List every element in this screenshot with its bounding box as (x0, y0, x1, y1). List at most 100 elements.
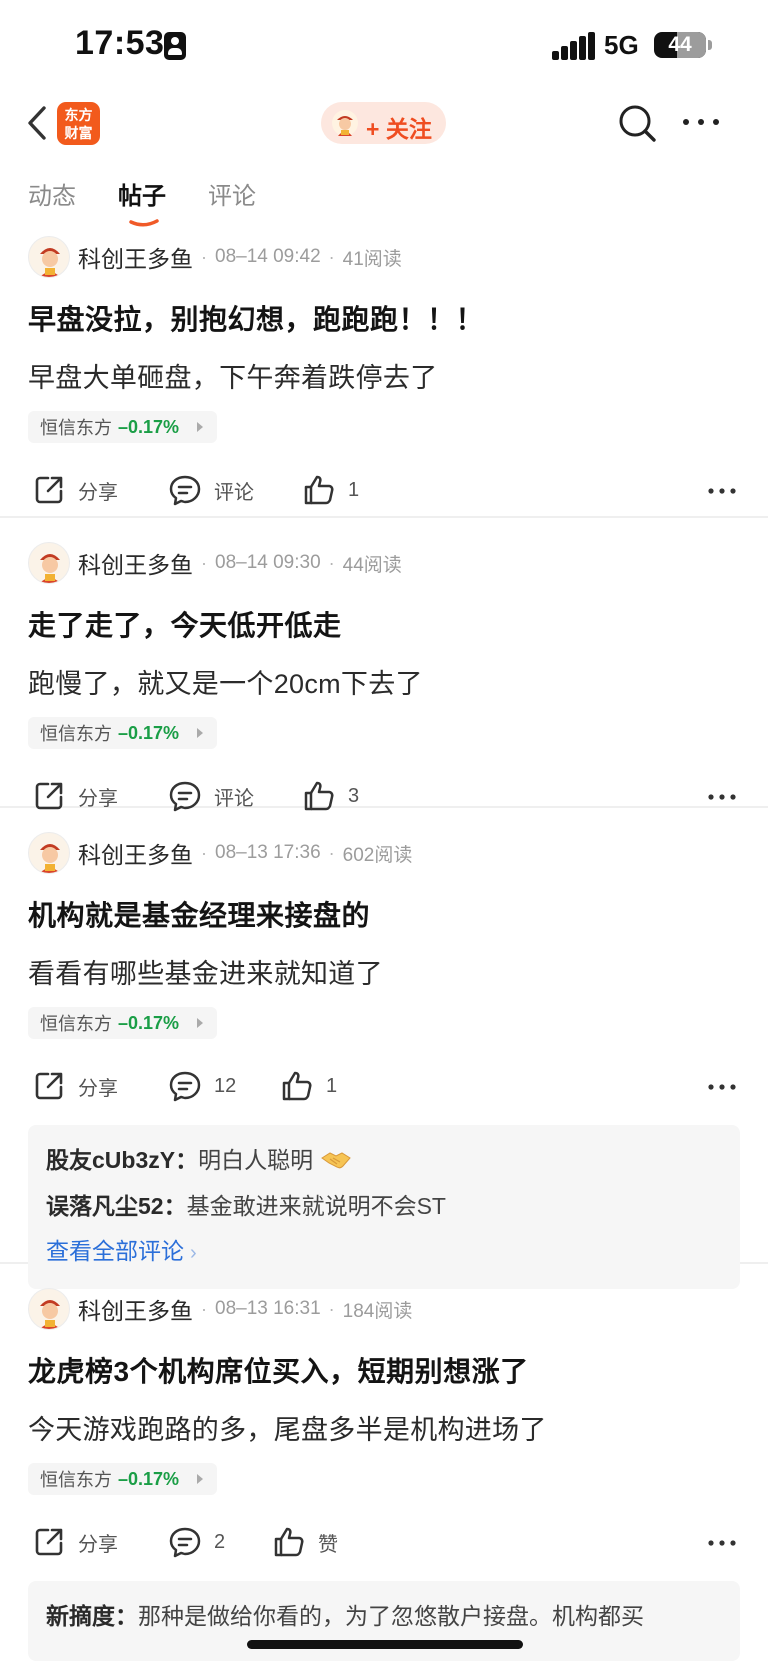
author-avatar[interactable] (28, 236, 70, 278)
like-button[interactable]: 赞 (272, 1525, 338, 1559)
post-title[interactable]: 早盘没拉，别抱幻想，跑跑跑！！！ (28, 298, 740, 338)
share-icon (35, 476, 63, 504)
contact-badge-icon (164, 32, 186, 60)
chevron-right-icon (197, 728, 204, 738)
tab-dynamics[interactable]: 动态 (28, 176, 76, 211)
status-time: 17:53 (75, 24, 165, 62)
post-body[interactable]: 早盘大单砸盘，下午奔着跌停去了 (28, 356, 740, 395)
thumbs-up-icon (304, 475, 334, 505)
post-more-icon[interactable] (708, 793, 736, 801)
post-meta: 科创王多鱼 · 08–13 16:31 · 184阅读 (28, 1284, 740, 1334)
post-more-icon[interactable] (708, 1083, 736, 1091)
like-button[interactable]: 1 (302, 473, 359, 507)
view-all-label: 查看全部评论 (46, 1238, 184, 1264)
avatar-icon (39, 1300, 61, 1329)
battery-icon: 44 (654, 32, 706, 58)
like-label: 赞 (318, 1533, 338, 1556)
share-icon (35, 1528, 63, 1556)
author-name[interactable]: 科创王多鱼 (78, 836, 193, 870)
stock-tag[interactable]: 恒信东方 –0.17% (28, 1007, 218, 1039)
like-button[interactable]: 1 (280, 1069, 337, 1103)
battery-level: 44 (668, 33, 692, 56)
comment-icon (169, 1071, 201, 1102)
post-body[interactable]: 跑慢了，就又是一个20cm下去了 (28, 662, 740, 701)
stock-change: –0.17% (118, 1468, 180, 1489)
comment-button[interactable]: 2 (168, 1525, 225, 1559)
comment-user[interactable]: 新摘度： (46, 1603, 138, 1629)
post-more-icon[interactable] (708, 1539, 736, 1547)
read-count: 44阅读 (342, 554, 402, 576)
post-body[interactable]: 看看有哪些基金进来就知道了 (28, 952, 740, 991)
author-avatar-icon (332, 110, 358, 136)
post-card[interactable]: 科创王多鱼 · 08–14 09:42 · 41阅读 早盘没拉，别抱幻想，跑跑跑… (0, 232, 768, 518)
author-name[interactable]: 科创王多鱼 (78, 240, 193, 274)
like-count: 1 (348, 478, 360, 501)
comment-text: 明白人聪明 (198, 1147, 314, 1173)
tab-posts[interactable]: 帖子 (118, 176, 166, 211)
comment-preview-box[interactable]: 新摘度：那种是做给你看的，为了忽悠散户接盘。机构都买 (28, 1581, 740, 1661)
share-label: 分享 (78, 481, 118, 504)
post-title[interactable]: 走了走了，今天低开低走 (28, 604, 740, 644)
author-avatar[interactable] (28, 542, 70, 584)
app-logo[interactable]: 东方财富 (57, 102, 100, 145)
comment-button[interactable]: 评论 (168, 473, 254, 507)
chevron-right-icon: › (190, 1242, 197, 1264)
comment-user[interactable]: 误落凡尘52： (46, 1193, 187, 1219)
read-count: 602阅读 (342, 844, 413, 866)
author-name[interactable]: 科创王多鱼 (78, 546, 193, 580)
stock-tag[interactable]: 恒信东方 –0.17% (28, 1463, 218, 1495)
network-type: 5G (604, 30, 639, 60)
more-icon[interactable] (680, 110, 722, 134)
comment-preview[interactable]: 股友cUb3zY：明白人聪明 (46, 1137, 722, 1183)
comment-preview[interactable]: 新摘度：那种是做给你看的，为了忽悠散户接盘。机构都买 (46, 1593, 722, 1639)
post-time: 08–13 17:36 (215, 842, 321, 863)
read-count: 184阅读 (342, 1300, 413, 1322)
separator-dot: · (201, 1298, 207, 1319)
top-nav: 东方财富 + 关注 (0, 90, 768, 156)
author-avatar[interactable] (28, 1288, 70, 1330)
stock-change: –0.17% (118, 722, 180, 743)
author-name[interactable]: 科创王多鱼 (78, 1292, 193, 1326)
separator-dot: · (328, 552, 335, 573)
thumbs-up-icon (274, 1527, 304, 1557)
share-button[interactable]: 分享 (32, 1525, 118, 1559)
stock-tag[interactable]: 恒信东方 –0.17% (28, 717, 218, 749)
follow-button[interactable]: + 关注 (321, 102, 446, 144)
search-icon[interactable] (616, 102, 658, 144)
chevron-right-icon (197, 1018, 204, 1028)
stock-name: 恒信东方 (40, 1014, 112, 1034)
avatar-icon (39, 248, 61, 277)
post-more-icon[interactable] (708, 487, 736, 495)
share-label: 分享 (78, 1077, 118, 1100)
author-avatar[interactable] (28, 832, 70, 874)
stock-name: 恒信东方 (40, 1470, 112, 1490)
avatar-icon (39, 844, 61, 873)
separator-dot: · (328, 246, 335, 267)
read-count: 41阅读 (342, 248, 402, 270)
home-indicator[interactable] (247, 1640, 523, 1649)
stock-name: 恒信东方 (40, 724, 112, 744)
share-icon (35, 1072, 63, 1100)
share-button[interactable]: 分享 (32, 473, 118, 507)
stock-change: –0.17% (118, 416, 180, 437)
stock-change: –0.17% (118, 1012, 180, 1033)
stock-tag[interactable]: 恒信东方 –0.17% (28, 411, 218, 443)
tab-comments[interactable]: 评论 (208, 176, 256, 211)
comment-button[interactable]: 12 (168, 1069, 236, 1103)
comment-user[interactable]: 股友cUb3zY： (46, 1147, 198, 1173)
cellular-signal-icon (552, 32, 596, 60)
post-time: 08–13 16:31 (215, 1298, 321, 1319)
comment-count: 12 (214, 1074, 237, 1097)
post-card[interactable]: 科创王多鱼 · 08–13 16:31 · 184阅读 龙虎榜3个机构席位买入，… (0, 1264, 768, 1661)
post-card[interactable]: 科创王多鱼 · 08–14 09:30 · 44阅读 走了走了，今天低开低走 跑… (0, 518, 768, 812)
share-label: 分享 (78, 1533, 118, 1556)
back-arrow-icon[interactable] (22, 104, 52, 142)
handshake-emoji-icon (321, 1152, 352, 1169)
post-title[interactable]: 龙虎榜3个机构席位买入，短期别想涨了 (28, 1350, 740, 1390)
post-title[interactable]: 机构就是基金经理来接盘的 (28, 894, 740, 934)
post-card[interactable]: 科创王多鱼 · 08–13 17:36 · 602阅读 机构就是基金经理来接盘的… (0, 808, 768, 1289)
share-button[interactable]: 分享 (32, 1069, 118, 1103)
post-body[interactable]: 今天游戏跑路的多，尾盘多半是机构进场了 (28, 1408, 740, 1447)
comment-preview[interactable]: 误落凡尘52：基金敢进来就说明不会ST (46, 1183, 722, 1229)
active-tab-indicator (129, 219, 159, 227)
